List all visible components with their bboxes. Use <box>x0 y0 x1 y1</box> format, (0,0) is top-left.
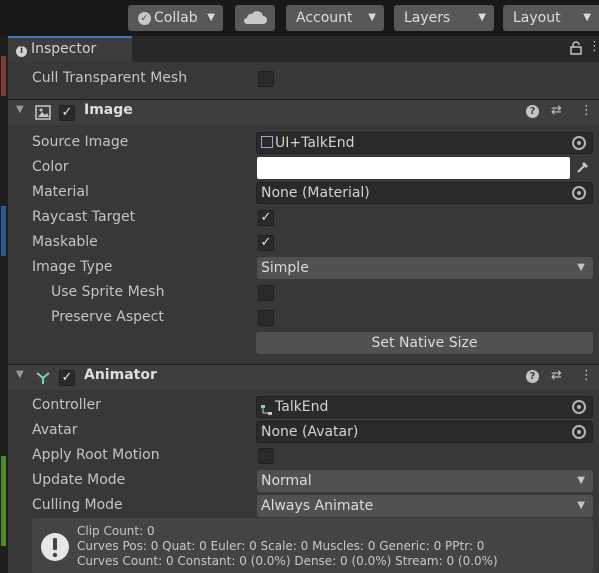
color-label: Color <box>32 159 69 175</box>
cull-transparent-mesh-checkbox[interactable] <box>258 71 274 87</box>
culling-mode-value: Always Animate <box>261 498 374 514</box>
image-component-icon <box>35 105 51 120</box>
layers-dropdown[interactable]: Layers ▼ <box>394 5 494 31</box>
controller-field[interactable]: TalkEnd <box>256 396 593 418</box>
animator-component-header[interactable]: ▼ ✓ Animator ? ⇄ ⋮ <box>8 364 599 390</box>
menu-icon[interactable]: ⋮ <box>580 103 593 118</box>
cull-transparent-mesh-label: Cull Transparent Mesh <box>32 70 188 86</box>
presets-icon[interactable]: ⇄ <box>551 368 562 383</box>
image-type-value: Simple <box>261 260 309 276</box>
color-swatch[interactable] <box>257 157 570 179</box>
object-picker-icon[interactable] <box>572 136 586 150</box>
apply-root-motion-checkbox[interactable] <box>258 448 274 464</box>
object-picker-icon[interactable] <box>572 186 586 200</box>
chevron-down-icon: ▼ <box>583 12 591 23</box>
chevron-down-icon: ▼ <box>577 262 585 273</box>
source-image-value: UI+TalkEnd <box>275 135 355 151</box>
material-field[interactable]: None (Material) <box>256 182 593 204</box>
animator-component-title: Animator <box>84 367 157 383</box>
set-native-size-button[interactable]: Set Native Size <box>256 332 593 354</box>
use-sprite-mesh-label: Use Sprite Mesh <box>51 284 165 300</box>
layers-label: Layers <box>404 10 451 26</box>
layout-dropdown[interactable]: Layout ▼ <box>503 5 599 31</box>
maskable-checkbox[interactable]: ✓ <box>258 235 274 251</box>
tab-inspector[interactable]: i Inspector <box>8 36 132 62</box>
chevron-down-icon: ▼ <box>207 12 215 23</box>
account-label: Account <box>296 10 353 26</box>
presets-icon[interactable]: ⇄ <box>551 103 562 118</box>
animator-enabled-checkbox[interactable]: ✓ <box>59 370 75 386</box>
material-label: Material <box>32 184 89 200</box>
layout-label: Layout <box>513 10 561 26</box>
preserve-aspect-label: Preserve Aspect <box>51 309 164 325</box>
tab-bar: i Inspector ⋮ <box>8 36 599 62</box>
menu-icon[interactable]: ⋮ <box>580 368 593 383</box>
clip-count-text: Clip Count: 0 <box>77 524 155 538</box>
object-picker-icon[interactable] <box>572 400 586 414</box>
account-dropdown[interactable]: Account ▼ <box>286 5 384 31</box>
chevron-down-icon: ▼ <box>577 475 585 486</box>
image-component-header[interactable]: ▼ ✓ Image ? ⇄ ⋮ <box>8 99 599 125</box>
left-panel-edge <box>0 36 8 573</box>
source-image-label: Source Image <box>32 134 129 150</box>
collab-check-icon: ✓ <box>138 11 151 25</box>
chevron-down-icon: ▼ <box>368 12 376 23</box>
raycast-target-checkbox[interactable]: ✓ <box>258 210 274 226</box>
warning-icon <box>41 533 69 561</box>
eyedropper-icon[interactable] <box>575 159 591 175</box>
image-type-label: Image Type <box>32 259 113 275</box>
help-icon[interactable]: ? <box>526 370 539 383</box>
edge-marker <box>1 456 6 546</box>
avatar-field[interactable]: None (Avatar) <box>256 421 593 443</box>
update-mode-label: Update Mode <box>32 472 126 488</box>
top-toolbar: ✓ Collab ▼ Account ▼ Layers ▼ Layout ▼ <box>0 0 599 36</box>
edge-marker <box>1 206 6 256</box>
image-type-dropdown[interactable]: Simple ▼ <box>257 257 593 279</box>
collab-label: Collab <box>154 10 198 26</box>
avatar-value: None (Avatar) <box>261 424 359 440</box>
foldout-arrow-icon[interactable]: ▼ <box>16 369 24 380</box>
curves-pos-text: Curves Pos: 0 Quat: 0 Euler: 0 Scale: 0 … <box>77 539 485 553</box>
controller-label: Controller <box>32 397 101 413</box>
info-icon: i <box>16 46 27 57</box>
cloud-button[interactable] <box>235 5 275 31</box>
use-sprite-mesh-checkbox[interactable] <box>258 285 274 301</box>
culling-mode-dropdown[interactable]: Always Animate ▼ <box>257 495 593 517</box>
chevron-down-icon: ▼ <box>577 500 585 511</box>
foldout-arrow-icon[interactable]: ▼ <box>16 104 24 115</box>
raycast-target-label: Raycast Target <box>32 209 136 225</box>
image-enabled-checkbox[interactable]: ✓ <box>59 105 75 121</box>
curves-count-text: Curves Count: 0 Constant: 0 (0.0%) Dense… <box>77 554 498 568</box>
update-mode-dropdown[interactable]: Normal ▼ <box>257 470 593 492</box>
object-picker-icon[interactable] <box>572 425 586 439</box>
animator-info-box: Clip Count: 0 Curves Pos: 0 Quat: 0 Eule… <box>32 518 593 573</box>
collab-button[interactable]: ✓ Collab ▼ <box>128 5 223 31</box>
chevron-down-icon: ▼ <box>478 12 486 23</box>
controller-asset-icon <box>261 401 272 415</box>
apply-root-motion-label: Apply Root Motion <box>32 447 160 463</box>
animator-component-icon <box>36 372 50 384</box>
culling-mode-label: Culling Mode <box>32 497 123 513</box>
maskable-label: Maskable <box>32 234 98 250</box>
lock-icon[interactable] <box>570 41 582 55</box>
cloud-icon <box>244 11 267 24</box>
help-icon[interactable]: ? <box>526 105 539 118</box>
menu-icon[interactable]: ⋮ <box>588 39 599 54</box>
avatar-label: Avatar <box>32 422 78 438</box>
preserve-aspect-checkbox[interactable] <box>258 310 274 326</box>
tab-label: Inspector <box>31 41 97 57</box>
image-component-title: Image <box>84 102 133 118</box>
source-image-field[interactable]: UI+TalkEnd <box>256 132 593 154</box>
edge-marker <box>1 56 6 96</box>
material-value: None (Material) <box>261 185 370 201</box>
sprite-asset-icon <box>261 136 273 148</box>
controller-value: TalkEnd <box>275 399 329 415</box>
update-mode-value: Normal <box>261 473 312 489</box>
